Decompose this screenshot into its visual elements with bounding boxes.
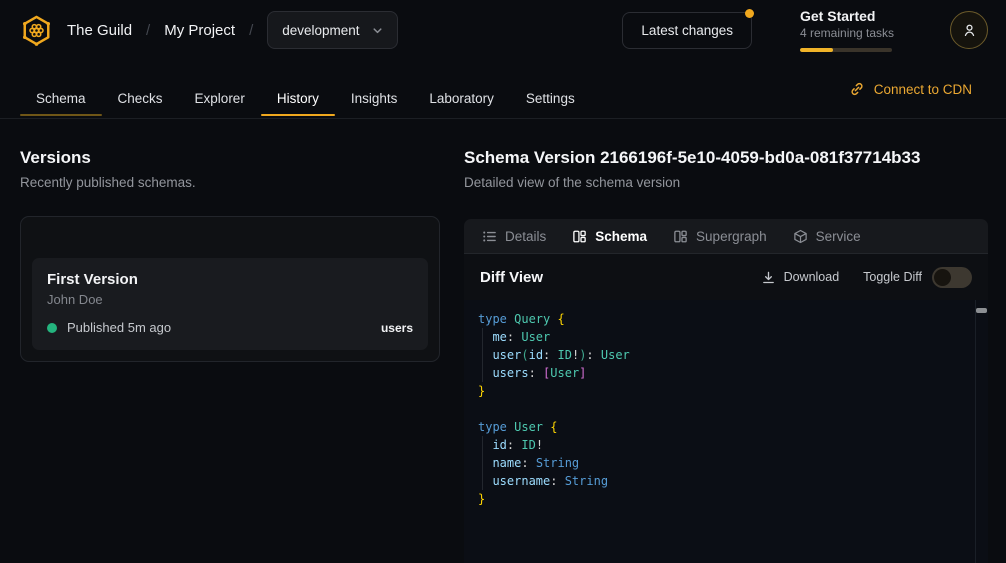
code-line: }	[478, 490, 974, 508]
connect-cdn-link[interactable]: Connect to CDN	[849, 60, 972, 118]
panels-icon	[572, 229, 587, 244]
version-list-item[interactable]: First Version John Doe Published 5m ago …	[32, 258, 428, 350]
nav-tab-laboratory[interactable]: Laboratory	[413, 60, 510, 118]
nav-tab-insights[interactable]: Insights	[335, 60, 414, 118]
code-line: me: User	[478, 328, 974, 346]
indent-guide	[482, 436, 483, 490]
download-label: Download	[784, 270, 840, 284]
version-detail-section: Schema Version 2166196f-5e10-4059-bd0a-0…	[464, 119, 1006, 563]
version-detail-subtitle: Detailed view of the schema version	[464, 175, 988, 190]
cube-icon	[793, 229, 808, 244]
code-content: type Query { me: User user(id: ID!): Use…	[478, 310, 974, 508]
get-started-title: Get Started	[800, 8, 892, 25]
switch-knob	[934, 269, 951, 286]
code-scrollbar[interactable]	[975, 300, 988, 563]
target-select-value: development	[282, 23, 359, 38]
chevron-down-icon	[370, 23, 385, 38]
detail-tab-label: Details	[505, 229, 546, 244]
latest-changes-button[interactable]: Latest changes	[622, 12, 752, 49]
get-started-progressbar	[800, 48, 892, 52]
toggle-diff-switch[interactable]	[932, 267, 972, 288]
latest-changes-label: Latest changes	[641, 23, 733, 38]
download-icon	[761, 270, 776, 285]
detail-tab-label: Service	[816, 229, 861, 244]
detail-tab-label: Supergraph	[696, 229, 767, 244]
hive-logo-icon[interactable]	[20, 14, 53, 47]
diff-toolbar: Diff View Download Toggle Diff	[464, 254, 988, 300]
detail-tabs: Details Schema Supergraph Service	[464, 219, 988, 254]
code-line: username: String	[478, 472, 974, 490]
notification-dot	[745, 9, 754, 18]
version-name: First Version	[47, 271, 413, 288]
code-line	[478, 400, 974, 418]
nav-tab-checks[interactable]: Checks	[102, 60, 179, 118]
code-line: type User {	[478, 418, 974, 436]
versions-list: First Version John Doe Published 5m ago …	[20, 216, 440, 362]
nav-tab-history[interactable]: History	[261, 60, 335, 118]
target-select[interactable]: development	[267, 11, 397, 49]
main-content: Versions Recently published schemas. Fir…	[0, 119, 1006, 563]
detail-tab-details[interactable]: Details	[482, 229, 546, 244]
connect-cdn-label: Connect to CDN	[874, 82, 972, 97]
nav-tab-explorer[interactable]: Explorer	[179, 60, 261, 118]
main-nav: SchemaChecksExplorerHistoryInsightsLabor…	[0, 60, 1006, 119]
code-line: user(id: ID!): User	[478, 346, 974, 364]
published-status-dot	[47, 323, 57, 333]
person-icon	[961, 22, 978, 39]
get-started-subtitle: 4 remaining tasks	[800, 25, 892, 41]
get-started-progress-fill	[800, 48, 833, 52]
breadcrumb-separator: /	[146, 22, 150, 39]
versions-section: Versions Recently published schemas. Fir…	[0, 119, 464, 563]
detail-tab-service[interactable]: Service	[793, 229, 861, 244]
toggle-diff-label: Toggle Diff	[863, 270, 922, 284]
versions-title: Versions	[20, 147, 440, 168]
indent-guide	[482, 328, 483, 382]
panels-icon	[673, 229, 688, 244]
detail-tab-label: Schema	[595, 229, 647, 244]
code-line: }	[478, 382, 974, 400]
detail-tab-supergraph[interactable]: Supergraph	[673, 229, 767, 244]
code-line: id: ID!	[478, 436, 974, 454]
nav-tab-settings[interactable]: Settings	[510, 60, 591, 118]
code-line: name: String	[478, 454, 974, 472]
code-scrollbar-thumb[interactable]	[976, 308, 987, 313]
versions-subtitle: Recently published schemas.	[20, 175, 440, 190]
detail-tab-schema[interactable]: Schema	[572, 229, 647, 244]
page: { "colors": { "accent": "#f0a81e", "publ…	[0, 0, 1006, 563]
nav-tabs: SchemaChecksExplorerHistoryInsightsLabor…	[20, 60, 591, 118]
get-started-widget[interactable]: Get Started 4 remaining tasks	[800, 8, 892, 52]
breadcrumb-separator: /	[249, 22, 253, 39]
code-line: type Query {	[478, 310, 974, 328]
version-detail-title: Schema Version 2166196f-5e10-4059-bd0a-0…	[464, 147, 988, 168]
download-button[interactable]: Download	[761, 270, 840, 285]
app-header: The Guild / My Project / development Lat…	[0, 0, 1006, 60]
code-line: users: [User]	[478, 364, 974, 382]
breadcrumb-org[interactable]: The Guild	[67, 22, 132, 39]
link-icon	[849, 81, 865, 97]
published-status-text: Published 5m ago	[67, 320, 171, 335]
user-avatar[interactable]	[950, 11, 988, 49]
version-detail-panel: Details Schema Supergraph Service Diff View…	[464, 219, 988, 563]
diff-view-title: Diff View	[480, 269, 543, 286]
breadcrumb-project[interactable]: My Project	[164, 22, 235, 39]
service-badge: users	[381, 321, 413, 335]
nav-tab-schema[interactable]: Schema	[20, 60, 102, 118]
list-icon	[482, 229, 497, 244]
schema-code-viewer[interactable]: type Query { me: User user(id: ID!): Use…	[464, 300, 988, 563]
version-author: John Doe	[47, 292, 413, 307]
